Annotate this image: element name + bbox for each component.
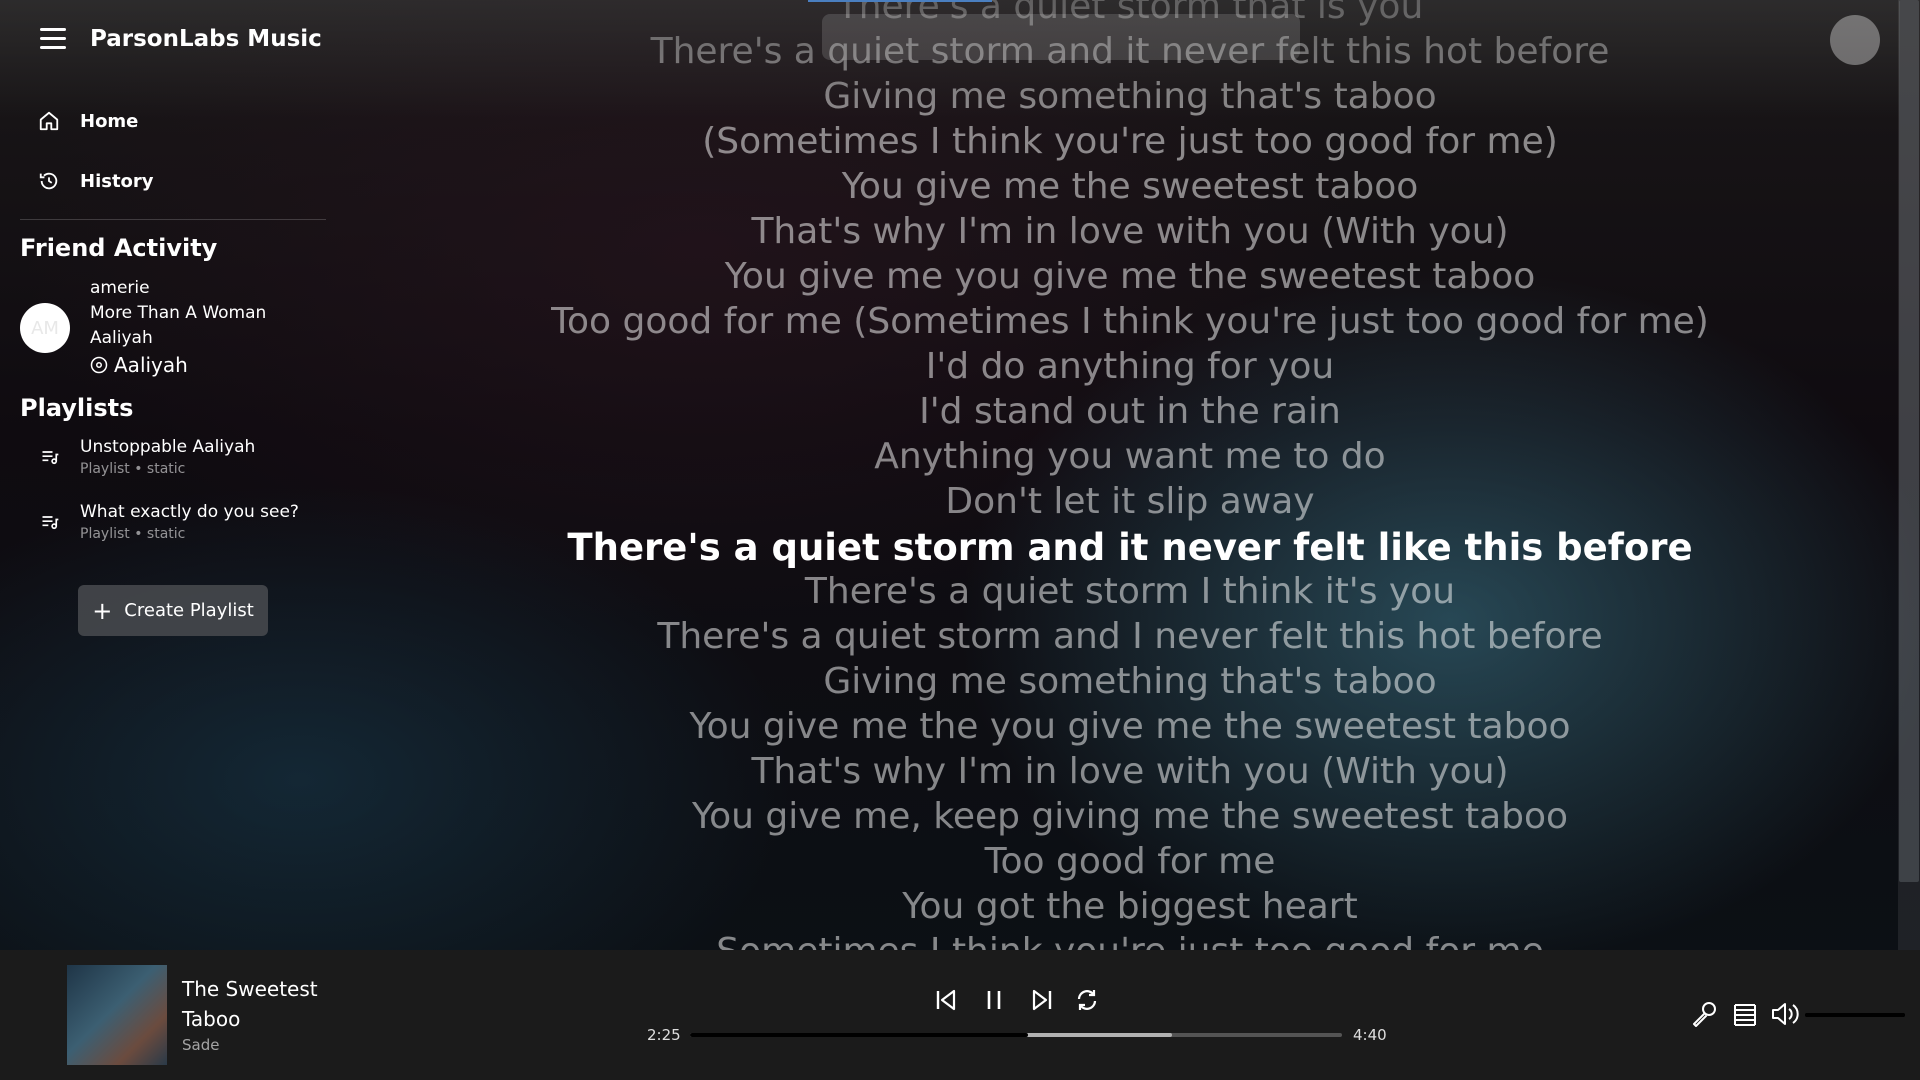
nav-item-history[interactable]: History <box>38 170 154 192</box>
history-icon <box>39 172 58 190</box>
lyric-line[interactable]: Too good for me (Sometimes I think you'r… <box>330 301 1920 342</box>
friend-album[interactable]: Aaliyah <box>90 353 188 377</box>
playlist-icon <box>42 451 59 465</box>
playlists-heading: Playlists <box>20 394 134 422</box>
seek-progress <box>690 1033 1028 1037</box>
repeat-icon[interactable] <box>1074 987 1100 1013</box>
lyric-line[interactable]: That's why I'm in love with you (With yo… <box>330 211 1920 252</box>
lyric-line[interactable]: Don't let it slip away <box>330 481 1920 522</box>
volume-icon[interactable] <box>1770 1000 1800 1028</box>
lyric-line[interactable]: There's a quiet storm and I never felt t… <box>330 616 1920 657</box>
create-playlist-button[interactable]: + Create Playlist <box>78 585 268 636</box>
friend-album-label: Aaliyah <box>114 353 188 377</box>
lyric-line[interactable]: Giving me something that's taboo <box>330 661 1920 702</box>
playlist-subtitle: Playlist • static <box>80 526 186 542</box>
lyric-line[interactable]: Sometimes I think you're just too good f… <box>330 931 1920 950</box>
volume-level <box>1805 1013 1905 1017</box>
previous-icon[interactable] <box>934 987 958 1013</box>
friend-avatar[interactable]: AM <box>20 303 70 353</box>
nav-item-label: History <box>80 170 154 192</box>
microphone-icon[interactable] <box>1690 1000 1718 1028</box>
lyric-line[interactable]: That's why I'm in love with you (With yo… <box>330 751 1920 792</box>
disc-icon <box>90 356 108 374</box>
queue-icon[interactable] <box>1732 1000 1758 1028</box>
pause-icon[interactable] <box>982 987 1006 1013</box>
loading-indicator <box>808 0 992 2</box>
lyric-line[interactable]: Anything you want me to do <box>330 436 1920 477</box>
scrollbar-thumb[interactable] <box>1899 0 1919 882</box>
playlist-name: Unstoppable Aaliyah <box>80 437 256 457</box>
search-bar[interactable] <box>822 14 1300 60</box>
seek-bar[interactable] <box>690 1033 1342 1037</box>
plus-icon: + <box>92 596 113 625</box>
lyric-line[interactable]: I'd stand out in the rain <box>330 391 1920 432</box>
lyric-line[interactable]: Giving me something that's taboo <box>330 76 1920 117</box>
track-artist[interactable]: Sade <box>182 1036 219 1054</box>
lyric-line[interactable]: I'd do anything for you <box>330 346 1920 387</box>
lyric-line[interactable]: You got the biggest heart <box>330 886 1920 927</box>
playlist-item[interactable]: Unstoppable Aaliyah Playlist • static <box>40 437 255 477</box>
friend-username[interactable]: amerie <box>90 278 150 298</box>
lyric-line[interactable]: (Sometimes I think you're just too good … <box>330 121 1920 162</box>
playlist-icon <box>42 516 59 530</box>
sidebar: Home History Friend Activity AM amerie M… <box>0 0 330 950</box>
nav-item-home[interactable]: Home <box>38 110 138 132</box>
create-playlist-label: Create Playlist <box>124 600 254 621</box>
home-icon <box>39 111 59 131</box>
volume-slider[interactable] <box>1805 1013 1905 1017</box>
next-icon[interactable] <box>1030 987 1054 1013</box>
lyric-line-active[interactable]: There's a quiet storm and it never felt … <box>330 526 1920 569</box>
album-cover[interactable] <box>67 965 167 1065</box>
sidebar-divider <box>20 219 326 220</box>
playlist-subtitle: Playlist • static <box>80 461 186 477</box>
nav-item-label: Home <box>80 110 139 132</box>
lyric-line[interactable]: You give me you give me the sweetest tab… <box>330 256 1920 297</box>
lyric-line[interactable]: You give me, keep giving me the sweetest… <box>330 796 1920 837</box>
lyric-line[interactable]: Too good for me <box>330 841 1920 882</box>
lyric-line[interactable]: You give me the you give me the sweetest… <box>330 706 1920 747</box>
lyric-line[interactable]: There's a quiet storm I think it's you <box>330 571 1920 612</box>
playlist-name: What exactly do you see? <box>80 502 299 522</box>
friend-activity-heading: Friend Activity <box>20 234 218 262</box>
playlist-item[interactable]: What exactly do you see? Playlist • stat… <box>40 502 299 542</box>
lyric-line[interactable]: You give me the sweetest taboo <box>330 166 1920 207</box>
user-avatar[interactable] <box>1830 15 1880 65</box>
total-duration: 4:40 <box>1353 1026 1387 1044</box>
track-title[interactable]: The Sweetest Taboo <box>182 974 382 1034</box>
lyrics-panel: There's a quiet storm that is you There's… <box>330 0 1920 950</box>
elapsed-time: 2:25 <box>647 1026 681 1044</box>
friend-song[interactable]: More Than A Woman <box>90 303 266 323</box>
friend-song-artist[interactable]: Aaliyah <box>90 328 153 348</box>
